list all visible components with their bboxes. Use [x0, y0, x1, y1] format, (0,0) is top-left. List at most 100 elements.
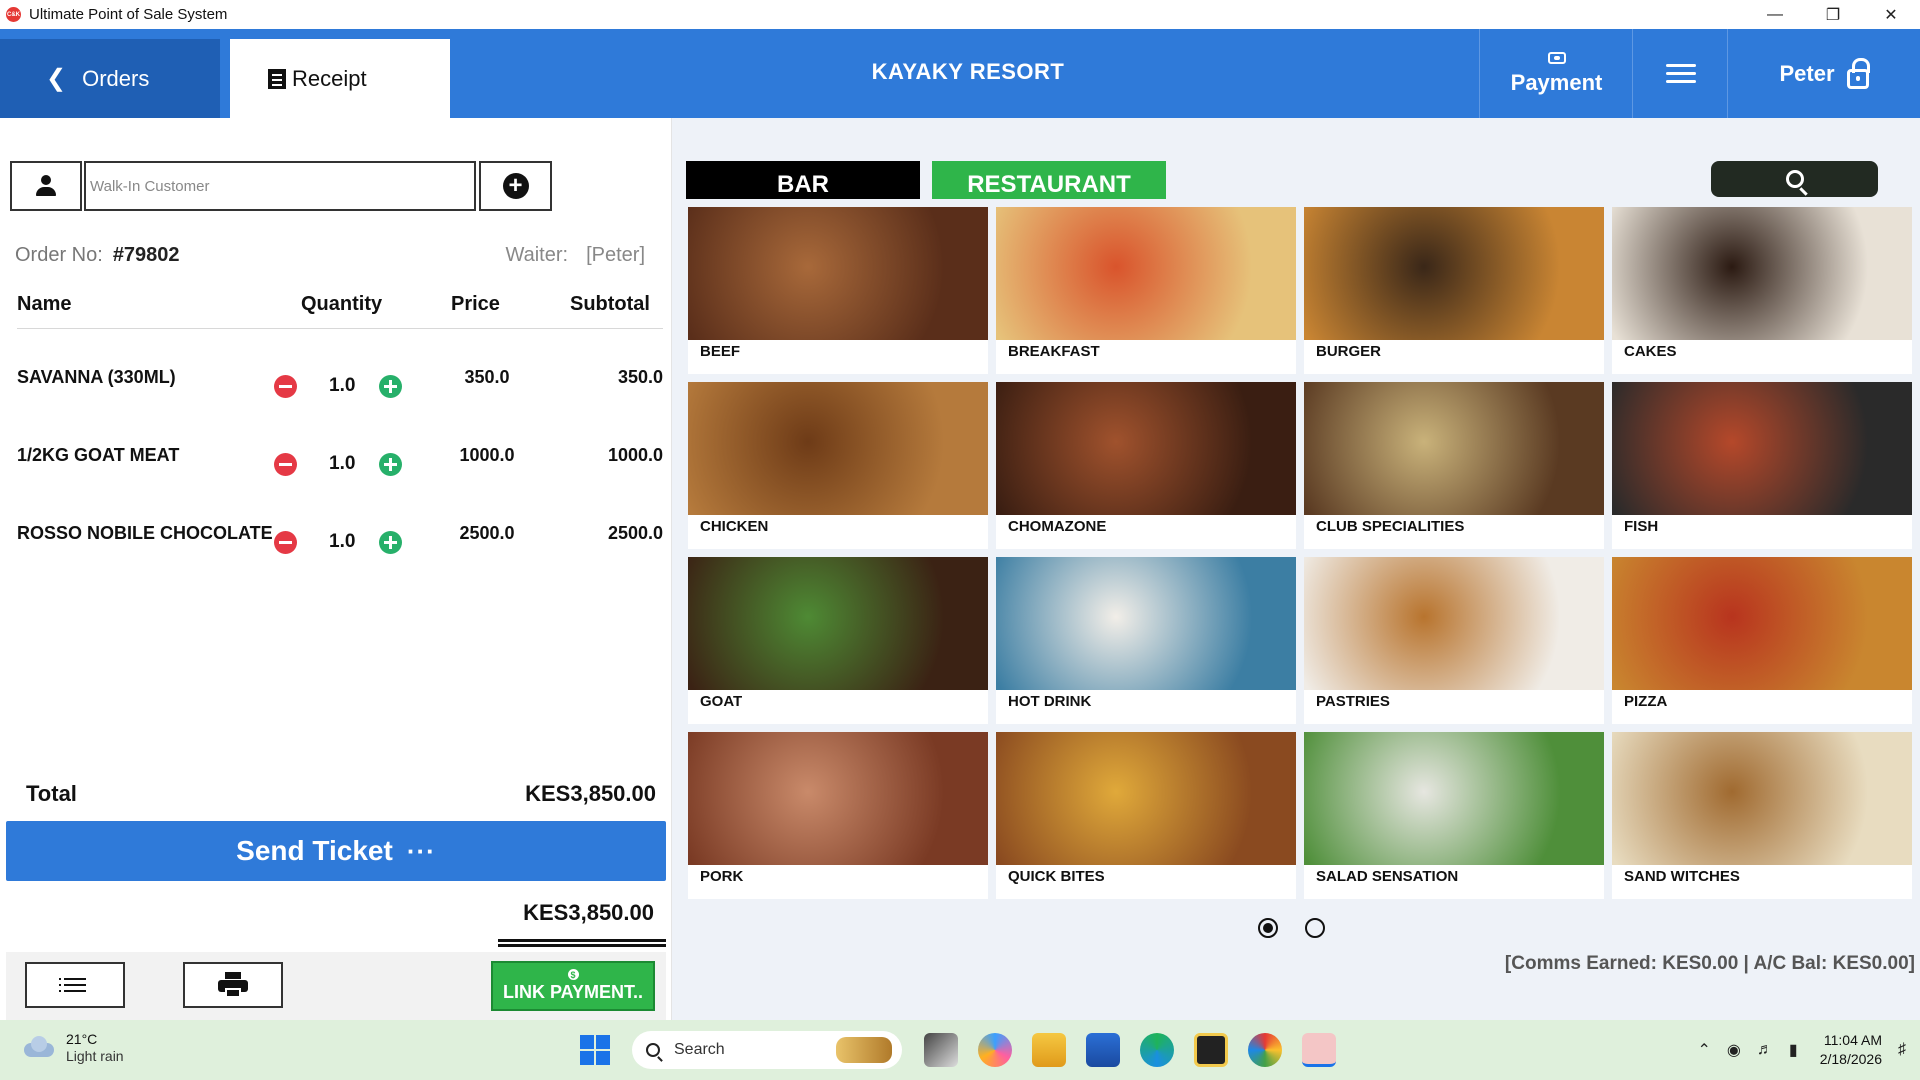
- category-card[interactable]: HOT DRINK: [996, 557, 1296, 724]
- category-card[interactable]: CLUB SPECIALITIES: [1304, 382, 1604, 549]
- file-explorer-icon[interactable]: [1032, 1033, 1066, 1067]
- category-card[interactable]: CHOMAZONE: [996, 382, 1296, 549]
- category-image: [996, 207, 1296, 340]
- category-image: [1304, 732, 1604, 865]
- item-quantity: 1.0: [329, 531, 356, 552]
- menu-panel: BAR RESTAURANT BEEF BREAKFAST BURGER CAKES C…: [672, 118, 1920, 1020]
- order-item-row[interactable]: 1/2KG GOAT MEAT 1.0 1000.0 1000.0: [17, 441, 663, 481]
- page-dot-1[interactable]: [1258, 918, 1278, 938]
- send-ticket-button[interactable]: Send Ticket ···: [6, 821, 666, 881]
- printer-icon: [218, 972, 248, 998]
- category-name: BURGER: [1316, 343, 1382, 360]
- category-image: [1612, 557, 1912, 690]
- category-image: [1304, 207, 1604, 340]
- payment-icon: [1547, 51, 1566, 64]
- chrome-icon[interactable]: [1248, 1033, 1282, 1067]
- increase-quantity-button[interactable]: [379, 453, 402, 476]
- clock[interactable]: 11:04 AM 2/18/2026: [1820, 1031, 1882, 1069]
- search-button[interactable]: [1711, 161, 1878, 197]
- amount-due: KES3,850.00: [523, 900, 654, 925]
- battery-icon[interactable]: ▮: [1789, 1040, 1798, 1060]
- category-card[interactable]: GOAT: [688, 557, 988, 724]
- category-image: [1304, 382, 1604, 515]
- add-customer-button[interactable]: +: [479, 161, 552, 211]
- edge-icon[interactable]: [1140, 1033, 1174, 1067]
- tab-orders[interactable]: ❮ Orders: [0, 39, 220, 118]
- taskbar-search[interactable]: Search: [632, 1031, 902, 1069]
- list-view-button[interactable]: [25, 962, 125, 1008]
- search-highlight-image: [836, 1037, 892, 1063]
- task-view-icon[interactable]: [924, 1033, 958, 1067]
- title-bar: C&K Ultimate Point of Sale System — ❐ ✕: [0, 0, 1920, 29]
- wifi-icon[interactable]: ◉: [1727, 1040, 1741, 1060]
- search-icon: [1785, 170, 1804, 188]
- pos-app-icon[interactable]: [1302, 1033, 1336, 1067]
- order-item-row[interactable]: SAVANNA (330ML) 1.0 350.0 350.0: [17, 363, 663, 403]
- link-payment-button[interactable]: $ LINK PAYMENT..: [491, 961, 655, 1011]
- category-name: BREAKFAST: [1008, 343, 1100, 360]
- category-card[interactable]: PASTRIES: [1304, 557, 1604, 724]
- menu-button[interactable]: [1633, 29, 1728, 118]
- category-card[interactable]: SALAD SENSATION: [1304, 732, 1604, 899]
- category-name: PASTRIES: [1316, 693, 1390, 710]
- tab-orders-label: Orders: [82, 65, 150, 91]
- sticky-app-icon[interactable]: [1194, 1033, 1228, 1067]
- app-logo-icon: C&K: [6, 7, 21, 22]
- user-lock-button[interactable]: Peter: [1728, 29, 1920, 118]
- send-ticket-label: Send Ticket: [236, 835, 393, 866]
- category-name: CHICKEN: [700, 518, 769, 535]
- decrease-quantity-button[interactable]: [274, 531, 297, 554]
- category-card[interactable]: PORK: [688, 732, 988, 899]
- comms-balance: [Comms Earned: KES0.00 | A/C Bal: KES0.0…: [1504, 953, 1915, 974]
- cloud-rain-icon: [22, 1035, 56, 1059]
- volume-icon[interactable]: ♬: [1757, 1041, 1773, 1059]
- tab-restaurant[interactable]: RESTAURANT: [932, 161, 1166, 199]
- category-card[interactable]: CHICKEN: [688, 382, 988, 549]
- payment-button[interactable]: Payment: [1480, 29, 1633, 118]
- page-dot-2[interactable]: [1305, 918, 1325, 938]
- chevron-up-icon[interactable]: ⌃: [1698, 1040, 1711, 1060]
- customer-input[interactable]: [84, 161, 476, 211]
- person-icon: [35, 175, 57, 197]
- category-image: [996, 557, 1296, 690]
- bottom-toolbar: $ LINK PAYMENT..: [6, 952, 666, 1020]
- decrease-quantity-button[interactable]: [274, 375, 297, 398]
- start-icon[interactable]: [580, 1035, 610, 1065]
- item-name: ROSSO NOBILE CHOCOLATE: [17, 523, 273, 543]
- category-card[interactable]: BEEF: [688, 207, 988, 374]
- category-card[interactable]: BREAKFAST: [996, 207, 1296, 374]
- print-button[interactable]: [183, 962, 283, 1008]
- category-card[interactable]: BURGER: [1304, 207, 1604, 374]
- item-quantity: 1.0: [329, 375, 356, 396]
- weather-widget[interactable]: 21°C Light rain: [22, 1030, 124, 1064]
- restore-button[interactable]: ❐: [1804, 0, 1862, 29]
- tab-receipt[interactable]: Receipt: [230, 39, 450, 118]
- notification-bell-icon[interactable]: ♯: [1898, 1041, 1906, 1059]
- increase-quantity-button[interactable]: [379, 375, 402, 398]
- category-card[interactable]: PIZZA: [1612, 557, 1912, 724]
- category-card[interactable]: QUICK BITES: [996, 732, 1296, 899]
- column-name: Name: [17, 293, 72, 315]
- minimize-button[interactable]: —: [1746, 0, 1804, 29]
- order-number: #79802: [112, 244, 180, 266]
- close-window-button[interactable]: ✕: [1862, 0, 1920, 29]
- category-card[interactable]: FISH: [1612, 382, 1912, 549]
- store-icon[interactable]: [1086, 1033, 1120, 1067]
- customer-select-button[interactable]: [10, 161, 82, 211]
- decrease-quantity-button[interactable]: [274, 453, 297, 476]
- category-card[interactable]: SAND WITCHES: [1612, 732, 1912, 899]
- total-value: KES3,850.00: [525, 781, 656, 806]
- column-price: Price: [451, 293, 500, 315]
- category-name: PIZZA: [1624, 693, 1668, 710]
- increase-quantity-button[interactable]: [379, 531, 402, 554]
- category-image: [688, 557, 988, 690]
- order-table-header: Name Quantity Price Subtotal: [17, 293, 663, 329]
- tab-bar[interactable]: BAR: [686, 161, 920, 199]
- category-image: [1612, 207, 1912, 340]
- window-title: Ultimate Point of Sale System: [29, 6, 228, 23]
- copilot-icon[interactable]: [978, 1033, 1012, 1067]
- category-card[interactable]: CAKES: [1612, 207, 1912, 374]
- order-item-row[interactable]: ROSSO NOBILE CHOCOLATE 1.0 2500.0 2500.0: [17, 519, 663, 559]
- business-name: KAYAKY RESORT: [871, 59, 1065, 84]
- category-image: [688, 207, 988, 340]
